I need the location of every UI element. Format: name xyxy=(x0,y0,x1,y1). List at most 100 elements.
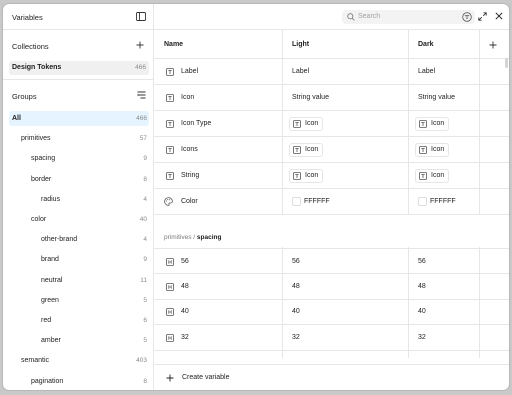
number-icon xyxy=(166,258,174,266)
plus-icon xyxy=(166,374,174,382)
sidebar-group-item[interactable]: radius 4 xyxy=(9,192,149,207)
palette-icon xyxy=(164,197,173,206)
sidebar-group-item[interactable]: spacing 9 xyxy=(9,151,149,166)
variable-value[interactable]: 56 xyxy=(292,258,300,265)
group-heading-prefix: primitives / xyxy=(164,234,197,241)
sidebar-group-item[interactable]: primitives 57 xyxy=(9,131,149,146)
column-header-name[interactable]: Name xyxy=(164,41,183,48)
group-label: spacing xyxy=(31,155,56,163)
text-icon xyxy=(419,120,427,128)
group-count: 9 xyxy=(143,256,147,264)
collection-count: 466 xyxy=(135,64,146,71)
group-count: 5 xyxy=(143,296,147,304)
group-count: 4 xyxy=(143,195,147,203)
search-icon xyxy=(347,13,355,21)
column-divider xyxy=(479,59,480,215)
collection-item-design-tokens[interactable]: Design Tokens 466 xyxy=(9,61,149,75)
sidebar-group-item[interactable]: All 466 xyxy=(9,111,149,126)
group-label: neutral xyxy=(41,276,63,284)
variable-name: Icon xyxy=(181,94,195,101)
sidebar-group-item[interactable]: brand 9 xyxy=(9,252,149,267)
table-row[interactable]: Label Label Label xyxy=(154,59,509,85)
add-collection-icon[interactable] xyxy=(136,41,144,49)
table-row[interactable]: Icon Type Icon Icon xyxy=(154,111,509,137)
color-swatch[interactable] xyxy=(292,197,301,206)
color-value[interactable]: FFFFFF xyxy=(430,198,456,205)
group-label: All xyxy=(12,115,21,122)
number-icon xyxy=(166,334,174,342)
color-swatch[interactable] xyxy=(418,197,427,206)
group-count: 403 xyxy=(136,357,147,365)
variable-value[interactable]: 48 xyxy=(418,283,426,290)
variable-value[interactable]: 56 xyxy=(418,258,426,265)
table-row[interactable]: 40 40 40 xyxy=(154,299,509,326)
collapse-groups-icon[interactable] xyxy=(137,91,146,99)
column-divider xyxy=(282,30,283,59)
group-count: 466 xyxy=(136,115,147,122)
variable-value[interactable]: String value xyxy=(292,94,329,101)
variable-value[interactable]: 40 xyxy=(292,308,300,315)
column-header-dark[interactable]: Dark xyxy=(418,41,434,48)
text-icon xyxy=(293,120,301,128)
table-row[interactable]: Icons Icon Icon xyxy=(154,137,509,163)
column-divider xyxy=(479,30,480,59)
group-label: primitives xyxy=(21,135,51,143)
add-mode-icon[interactable] xyxy=(489,41,497,49)
sidebar-group-item[interactable]: red 6 xyxy=(9,313,149,328)
table-row[interactable]: 48 48 48 xyxy=(154,274,509,300)
variable-value[interactable]: 40 xyxy=(418,308,426,315)
vertical-scrollbar[interactable] xyxy=(505,58,508,68)
main-panel: Search Name Light Dark Label Label Label… xyxy=(154,4,509,390)
table-row[interactable]: Color FFFFFF FFFFFF xyxy=(154,189,509,215)
collection-name: Design Tokens xyxy=(12,64,62,71)
sidebar-group-item[interactable]: semantic 403 xyxy=(9,353,149,368)
search-box[interactable]: Search xyxy=(342,10,475,24)
table-row[interactable]: String Icon Icon xyxy=(154,163,509,189)
group-label: border xyxy=(31,175,52,183)
group-count: 6 xyxy=(143,317,147,324)
variable-value[interactable]: 32 xyxy=(418,334,426,341)
sidebar-group-item[interactable]: neutral 11 xyxy=(9,273,149,288)
table-row[interactable]: Icon String value String value xyxy=(154,85,509,111)
variable-value[interactable]: 32 xyxy=(292,334,300,341)
create-variable-button[interactable]: Create variable xyxy=(154,364,509,390)
group-count: 8 xyxy=(143,377,147,385)
variable-value[interactable]: String value xyxy=(418,94,455,101)
text-icon xyxy=(293,172,301,180)
groups-label: Groups xyxy=(12,92,37,101)
group-label: semantic xyxy=(21,357,50,365)
variable-value[interactable]: Label xyxy=(418,68,435,75)
column-header-light[interactable]: Light xyxy=(292,41,309,48)
text-icon xyxy=(293,146,301,154)
group-count: 8 xyxy=(143,175,147,183)
group-label: brand xyxy=(41,256,59,264)
expand-icon[interactable] xyxy=(478,12,487,21)
group-count: 57 xyxy=(139,135,147,143)
panel-title: Variables xyxy=(12,13,43,22)
sidebar-toggle-icon[interactable] xyxy=(136,12,146,21)
group-label: pagination xyxy=(31,377,64,385)
filter-icon[interactable] xyxy=(462,12,472,22)
variable-name: 40 xyxy=(181,308,189,316)
group-label: amber xyxy=(41,337,61,345)
number-icon xyxy=(166,282,174,291)
sidebar-group-item[interactable]: pagination 8 xyxy=(9,374,149,389)
sidebar-group-item[interactable]: other-brand 4 xyxy=(9,232,149,247)
sidebar-group-item[interactable]: green 5 xyxy=(9,293,149,308)
sidebar-group-item[interactable]: amber 5 xyxy=(9,333,149,348)
table-header: Name Light Dark xyxy=(154,30,509,59)
variables-window: Variables Collections Design Tokens 466 … xyxy=(3,4,509,390)
sidebar-group-item[interactable]: color 40 xyxy=(9,212,149,227)
search-input[interactable]: Search xyxy=(358,13,380,20)
table-row[interactable]: 32 32 32 xyxy=(154,325,509,352)
variable-value[interactable]: 48 xyxy=(292,283,300,290)
variable-value[interactable]: Label xyxy=(292,68,309,75)
table-row[interactable]: 56 56 56 xyxy=(154,248,509,274)
close-icon[interactable] xyxy=(495,12,503,20)
toolbar: Search xyxy=(154,4,509,30)
group-count: 4 xyxy=(143,236,147,244)
color-value[interactable]: FFFFFF xyxy=(304,198,330,205)
sidebar-group-item[interactable]: border 8 xyxy=(9,172,149,187)
group-label: color xyxy=(31,216,47,223)
variables-table: Name Light Dark Label Label Label Icon Strin… xyxy=(154,30,509,358)
